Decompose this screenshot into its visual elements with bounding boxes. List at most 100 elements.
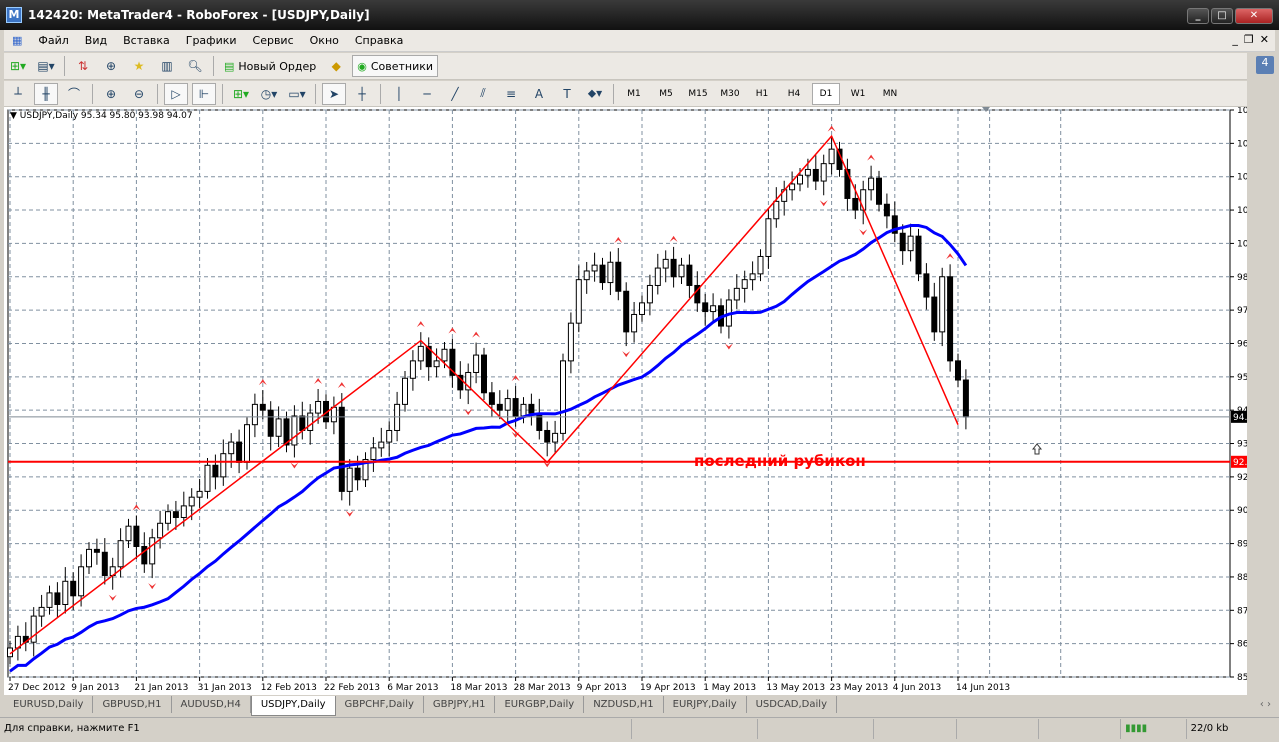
candle-body: [631, 313, 638, 333]
chart-window-icon[interactable]: ▦: [4, 34, 30, 47]
candle-body: [591, 264, 598, 272]
menu-item-4[interactable]: Сервис: [245, 34, 302, 47]
crosshair-icon[interactable]: ┼: [350, 83, 374, 105]
price-tick-label: 93.15: [1237, 440, 1247, 450]
timeframe-h1[interactable]: H1: [748, 83, 776, 105]
timeframe-m30[interactable]: M30: [716, 83, 744, 105]
candle-body: [386, 429, 393, 443]
mdi-restore-button[interactable]: ❐: [1244, 33, 1254, 46]
candle-body: [741, 279, 748, 289]
timeframe-w1[interactable]: W1: [844, 83, 872, 105]
price-tick-label: 104.65: [1237, 107, 1247, 116]
chart-area[interactable]: 104.65 103.50 102.35 101.20 100.05 98.90 97.75…: [4, 107, 1247, 695]
zoom-in-icon[interactable]: ⊕: [99, 83, 123, 105]
arrows-icon[interactable]: ⬥▾: [583, 83, 607, 105]
crosshair-navigator-icon[interactable]: ⊕: [99, 55, 123, 77]
tab-nzdusd-h1[interactable]: NZDUSD,H1: [584, 696, 664, 713]
tab-scroll-arrows[interactable]: ‹ ›: [1260, 699, 1271, 710]
timeframe-mn[interactable]: MN: [876, 83, 904, 105]
auto-scroll-icon[interactable]: ▷: [164, 82, 188, 105]
timeframe-m5[interactable]: M5: [652, 83, 680, 105]
menu-item-5[interactable]: Окно: [302, 34, 347, 47]
price-tick-label: 92.00: [1237, 473, 1247, 483]
date-tick-label: 27 Dec 2012: [8, 683, 66, 693]
candle-body: [299, 415, 306, 431]
menu-item-3[interactable]: Графики: [178, 34, 245, 47]
equidistant-channel-icon[interactable]: ⫽: [471, 83, 495, 105]
experts-button[interactable]: ◉ Советники: [352, 55, 439, 77]
traffic-indicator: 22/0 kb: [1185, 718, 1279, 739]
fibonacci-icon[interactable]: ≡: [499, 83, 523, 105]
favorites-icon[interactable]: ★: [127, 55, 151, 77]
candle-body: [125, 525, 132, 542]
minimize-button[interactable]: _: [1187, 8, 1209, 24]
tab-eurusd-daily[interactable]: EURUSD,Daily: [4, 696, 94, 713]
cursor-icon[interactable]: ➤: [322, 82, 346, 105]
new-order-button[interactable]: ▤ Новый Ордер: [220, 55, 320, 77]
line-chart-icon[interactable]: ⌒: [62, 83, 86, 105]
menu-item-1[interactable]: Вид: [77, 34, 115, 47]
candle-body: [670, 258, 677, 278]
candle-body: [172, 511, 179, 518]
candle-body: [662, 258, 669, 269]
candle-body: [346, 467, 353, 492]
candle-body: [315, 400, 322, 414]
text-label-icon[interactable]: T: [555, 83, 579, 105]
alert-icon[interactable]: ◆: [324, 55, 348, 77]
strategy-tester-icon[interactable]: 🔍︎: [183, 55, 207, 77]
maximize-button[interactable]: □: [1211, 8, 1233, 24]
text-icon[interactable]: A: [527, 83, 551, 105]
market-watch-icon[interactable]: ⇅: [71, 55, 95, 77]
candle-body: [812, 168, 819, 182]
mdi-close-button[interactable]: ✕: [1260, 33, 1269, 46]
vertical-line-icon[interactable]: │: [387, 83, 411, 105]
tab-gbpusd-h1[interactable]: GBPUSD,H1: [93, 696, 172, 713]
bar-chart-icon[interactable]: ┴: [6, 83, 30, 105]
horizontal-line-icon[interactable]: ─: [415, 83, 439, 105]
tab-eurgbp-daily[interactable]: EURGBP,Daily: [495, 696, 585, 713]
tab-usdjpy-daily[interactable]: USDJPY,Daily: [250, 696, 336, 716]
candle-body: [496, 403, 503, 411]
candle-body: [560, 360, 566, 434]
tab-eurjpy-daily[interactable]: EURJPY,Daily: [664, 696, 747, 713]
connection-icon: ▮▮▮▮: [1120, 718, 1186, 739]
indicators-icon[interactable]: ⊞▾: [229, 83, 253, 105]
menu-item-2[interactable]: Вставка: [115, 34, 178, 47]
timeframe-m1[interactable]: M1: [620, 83, 648, 105]
trendline-icon[interactable]: ╱: [443, 83, 467, 105]
candle-body: [702, 302, 709, 313]
price-tick-label: 101.20: [1237, 206, 1247, 216]
candle-body: [307, 412, 314, 431]
timeframe-m15[interactable]: M15: [684, 83, 712, 105]
date-tick-label: 19 Apr 2013: [640, 683, 696, 693]
price-tick-label: 87.40: [1237, 606, 1247, 616]
candle-body: [291, 415, 298, 446]
tab-audusd-h4[interactable]: AUDUSD,H4: [172, 696, 251, 713]
profiles-icon[interactable]: ▤▾: [34, 55, 58, 77]
candle-body: [955, 360, 961, 381]
new-order-label: Новый Ордер: [238, 59, 317, 73]
candle-body: [338, 406, 345, 492]
periods-icon[interactable]: ◷▾: [257, 83, 281, 105]
menu-item-6[interactable]: Справка: [347, 34, 411, 47]
tab-gbpjpy-h1[interactable]: GBPJPY,H1: [424, 696, 496, 713]
candle-body: [789, 183, 796, 191]
zoom-out-icon[interactable]: ⊖: [127, 83, 151, 105]
tab-usdcad-daily[interactable]: USDCAD,Daily: [747, 696, 837, 713]
timeframe-h4[interactable]: H4: [780, 83, 808, 105]
price-tick-label: 102.35: [1237, 173, 1247, 183]
candle-body: [62, 580, 69, 605]
status-help: Для справки, нажмите F1: [4, 723, 140, 734]
mdi-minimize-button[interactable]: _: [1232, 33, 1238, 46]
templates-icon[interactable]: ▭▾: [285, 83, 309, 105]
price-tick-label: 98.90: [1237, 273, 1247, 283]
tab-gbpchf-daily[interactable]: GBPCHF,Daily: [336, 696, 424, 713]
terminal-icon[interactable]: ▥: [155, 55, 179, 77]
close-button[interactable]: ✕: [1235, 8, 1273, 24]
chart-shift-icon[interactable]: ⊩: [192, 82, 216, 105]
timeframe-d1[interactable]: D1: [812, 82, 840, 105]
candlestick-icon[interactable]: ╫: [34, 82, 58, 105]
menu-item-0[interactable]: Файл: [30, 34, 76, 47]
new-chart-icon[interactable]: ⊞▾: [6, 55, 30, 77]
notification-badge[interactable]: 4: [1256, 56, 1274, 74]
